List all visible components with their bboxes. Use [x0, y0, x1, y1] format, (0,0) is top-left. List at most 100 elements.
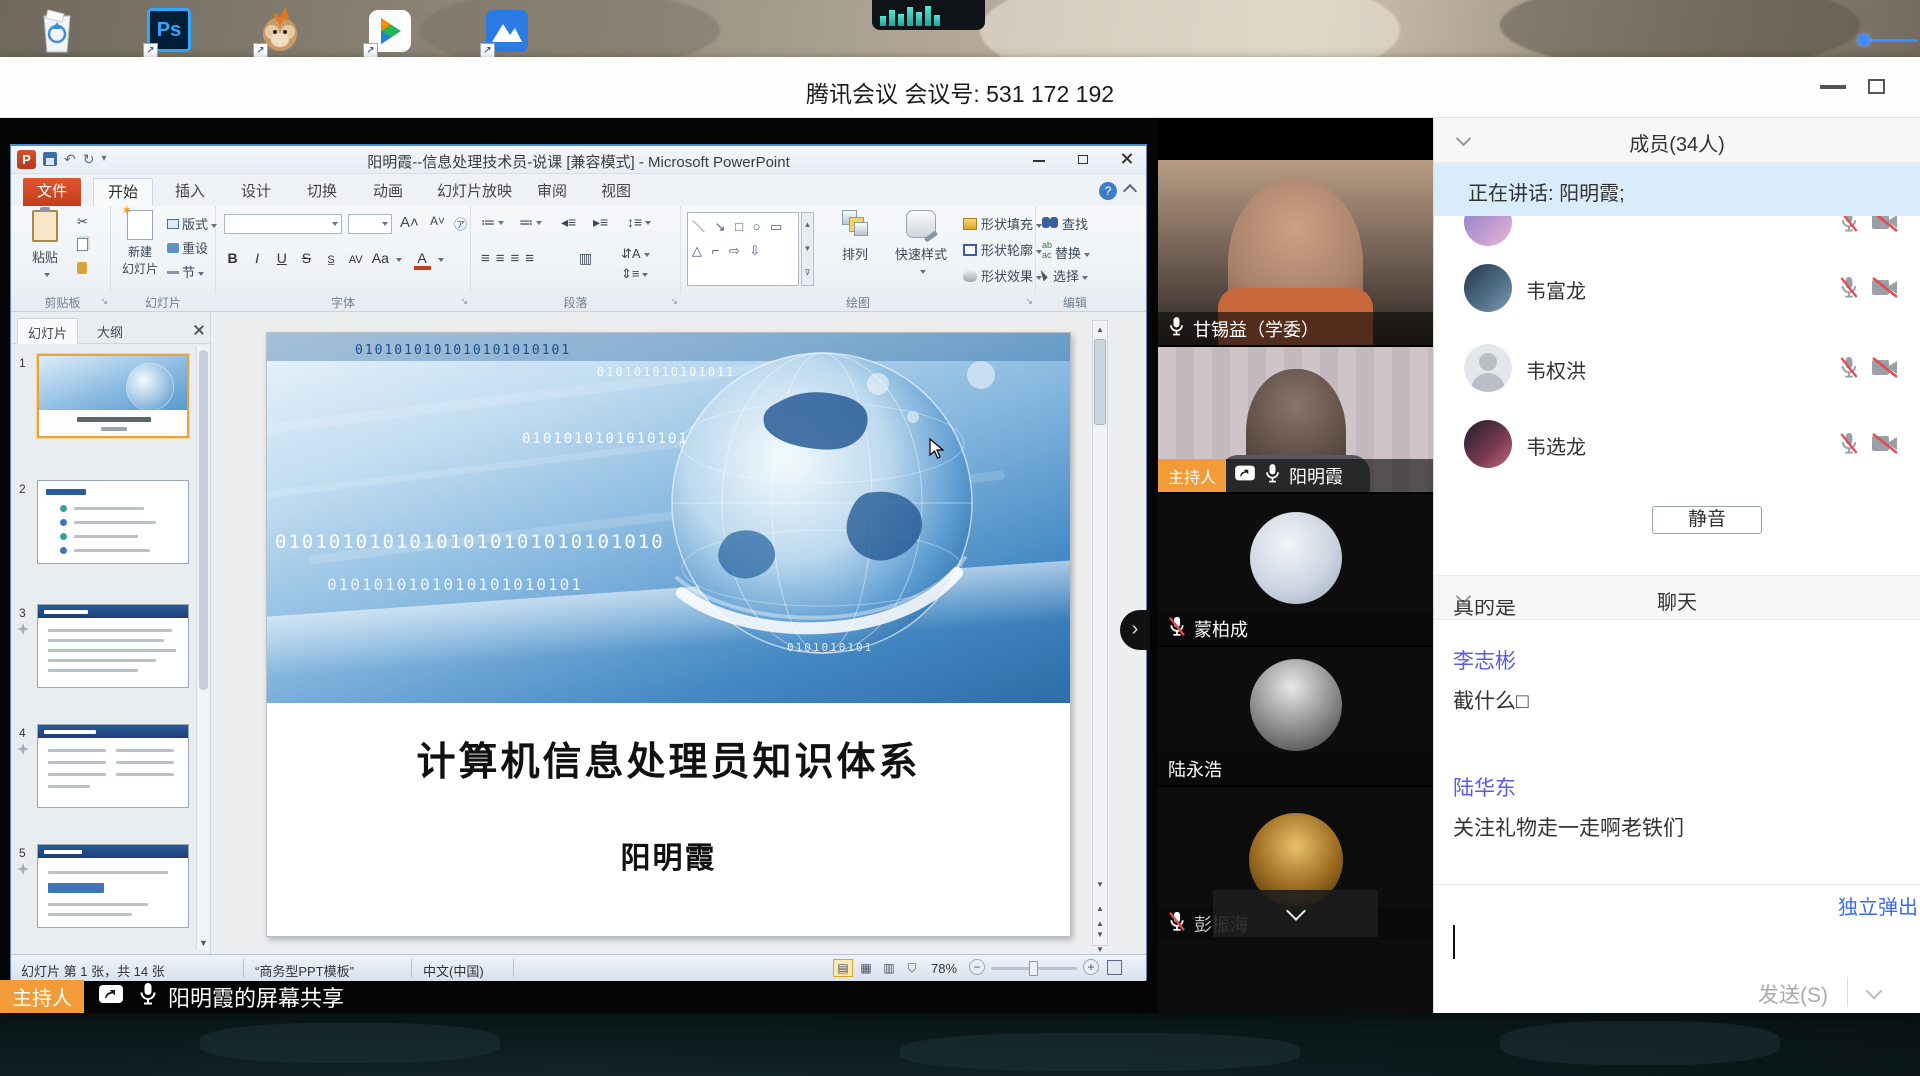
- mute-button[interactable]: 静音: [1652, 506, 1762, 534]
- next-slide-button[interactable]: ▼▼: [1093, 927, 1107, 942]
- font-name-combobox[interactable]: [224, 214, 342, 234]
- fit-to-window-button[interactable]: [1107, 960, 1122, 975]
- quick-styles-button[interactable]: 快速样式: [885, 210, 957, 278]
- ppt-minimize-button[interactable]: [1019, 151, 1059, 169]
- slide-thumbnail-2[interactable]: [37, 480, 189, 564]
- shape-effects-button[interactable]: 形状效果: [963, 266, 1042, 285]
- zoom-in-button[interactable]: +: [1083, 959, 1099, 975]
- zoom-slider-thumb[interactable]: [1029, 961, 1038, 976]
- font-size-combobox[interactable]: [348, 214, 392, 234]
- chat-sender[interactable]: 陆华东: [1453, 772, 1516, 802]
- slide-sorter-view-button[interactable]: ▦: [856, 959, 876, 977]
- animation-star-icon[interactable]: [17, 862, 29, 880]
- shadow-button[interactable]: S̲: [323, 254, 340, 266]
- copy-button[interactable]: [77, 238, 88, 254]
- numbering-button[interactable]: ≕: [519, 214, 542, 231]
- ppt-maximize-button[interactable]: [1063, 151, 1103, 169]
- zoom-out-button[interactable]: −: [969, 959, 985, 975]
- pane-tab-slides[interactable]: 幻灯片: [17, 318, 78, 344]
- slideshow-view-button[interactable]: ⛉: [902, 959, 922, 977]
- bold-button[interactable]: B: [224, 250, 241, 266]
- slide-thumbnail-1[interactable]: [37, 354, 189, 438]
- columns-button[interactable]: ▥: [579, 250, 592, 267]
- tencent-video-shortcut-icon[interactable]: ↗: [367, 8, 413, 54]
- replace-button[interactable]: abac替换: [1042, 240, 1090, 262]
- members-header[interactable]: 成员(34人): [1434, 118, 1920, 163]
- zoom-slider-track[interactable]: [991, 967, 1077, 970]
- section-button[interactable]: 节: [167, 262, 204, 281]
- tab-view[interactable]: 视图: [587, 178, 645, 206]
- pane-tab-outline[interactable]: 大纲: [87, 318, 133, 344]
- reset-button[interactable]: 重设: [167, 238, 208, 257]
- animation-star-icon[interactable]: [17, 742, 29, 760]
- new-slide-button[interactable]: 新建 幻灯片: [117, 210, 163, 277]
- meeting-titlebar[interactable]: 腾讯会议 会议号: 531 172 192: [0, 57, 1920, 118]
- line-spacing-button[interactable]: ↕≡: [627, 214, 651, 230]
- shapes-gallery[interactable]: ＼ ↘ □ ○ ▭ △ ⌐ ⇨ ⇩: [687, 212, 799, 286]
- photoshop-shortcut-icon[interactable]: Ps ↗: [147, 8, 193, 54]
- blue-app-shortcut-icon[interactable]: ↗: [484, 8, 530, 54]
- slide-thumbnail-3[interactable]: [37, 604, 189, 688]
- video-tile-1[interactable]: 甘锡益（学委）: [1158, 160, 1433, 345]
- collapse-video-strip-button[interactable]: [1213, 890, 1378, 937]
- monkey-game-shortcut-icon[interactable]: ↗: [257, 8, 303, 54]
- video-tile-3[interactable]: 蒙柏成: [1158, 494, 1433, 645]
- change-case-button[interactable]: Aa: [372, 250, 389, 266]
- ppt-titlebar[interactable]: P ↶ ↻ ▾ 阳明霞--信息处理技术员-说课 [兼容模式] - Microso…: [11, 146, 1146, 174]
- member-row[interactable]: 韦富龙: [1434, 252, 1920, 324]
- current-slide[interactable]: 0101010101010101010101 010101010101011 0…: [266, 332, 1071, 937]
- shapes-gallery-scrollbar[interactable]: ▲▼⊽: [801, 212, 814, 286]
- normal-view-button[interactable]: ▤: [833, 959, 853, 977]
- bullets-button[interactable]: ≔: [481, 214, 504, 231]
- volume-slider-thumb[interactable]: [1858, 34, 1870, 46]
- shrink-font-button[interactable]: A˅: [430, 214, 445, 228]
- tab-slideshow[interactable]: 幻灯片放映: [423, 178, 526, 206]
- chat-sender[interactable]: 李志彬: [1453, 645, 1516, 675]
- tab-animations[interactable]: 动画: [359, 178, 417, 206]
- pane-close-icon[interactable]: [193, 324, 204, 335]
- video-tile-2[interactable]: 主持人 阳明霞: [1158, 347, 1433, 492]
- font-dialog-launcher[interactable]: ↘: [460, 296, 468, 307]
- video-tile-4[interactable]: 陆永浩: [1158, 647, 1433, 785]
- italic-button[interactable]: I: [249, 250, 266, 266]
- pane-scroll-down-icon[interactable]: ▼: [199, 938, 208, 948]
- tab-design[interactable]: 设计: [227, 178, 285, 206]
- char-spacing-button[interactable]: AV: [347, 254, 364, 266]
- minimize-button[interactable]: [1820, 85, 1846, 89]
- slide-thumbnail-4[interactable]: [37, 724, 189, 808]
- drawing-dialog-launcher[interactable]: ↘: [1025, 296, 1033, 307]
- animation-star-icon[interactable]: [17, 622, 29, 640]
- tab-file[interactable]: 文件: [23, 178, 81, 206]
- grow-font-button[interactable]: A˄: [400, 214, 419, 231]
- cut-button[interactable]: ✂: [77, 214, 88, 230]
- alignment-buttons[interactable]: ≡≡≡≡: [481, 250, 540, 267]
- scrollbar-thumb[interactable]: [1094, 339, 1106, 425]
- text-direction-button[interactable]: ⇵A: [621, 246, 650, 262]
- collapse-ribbon-icon[interactable]: [1123, 184, 1137, 198]
- tab-transitions[interactable]: 切换: [293, 178, 351, 206]
- ppt-close-button[interactable]: [1107, 151, 1147, 169]
- recycle-bin-icon[interactable]: [34, 8, 80, 54]
- tab-review[interactable]: 审阅: [523, 178, 581, 206]
- arrange-button[interactable]: 排列: [831, 210, 879, 263]
- scroll-down-icon[interactable]: ▼: [1093, 877, 1107, 892]
- format-painter-button[interactable]: [77, 262, 87, 277]
- align-text-button[interactable]: ⇕≡: [621, 266, 648, 282]
- increase-indent-button[interactable]: ▸≡: [593, 214, 608, 231]
- pane-scrollbar-thumb[interactable]: [199, 350, 208, 690]
- previous-slide-button[interactable]: ▲▲: [1093, 901, 1107, 916]
- scroll-up-icon[interactable]: ▲: [1093, 322, 1107, 337]
- shape-outline-button[interactable]: 形状轮廓: [963, 240, 1042, 259]
- clipboard-dialog-launcher[interactable]: ↘: [100, 296, 108, 307]
- shape-fill-button[interactable]: 形状填充: [963, 214, 1042, 233]
- layout-button[interactable]: 版式: [167, 214, 217, 233]
- tab-insert[interactable]: 插入: [161, 178, 219, 206]
- member-row[interactable]: 韦权洪: [1434, 332, 1920, 404]
- maximize-button[interactable]: [1868, 79, 1885, 94]
- reading-view-button[interactable]: ▥: [879, 959, 899, 977]
- member-row[interactable]: 韦选龙: [1434, 408, 1920, 480]
- pane-scrollbar[interactable]: ▼: [196, 346, 209, 950]
- underline-button[interactable]: U: [273, 250, 290, 266]
- volume-slider-track[interactable]: [1862, 39, 1918, 42]
- decrease-indent-button[interactable]: ◂≡: [561, 214, 576, 231]
